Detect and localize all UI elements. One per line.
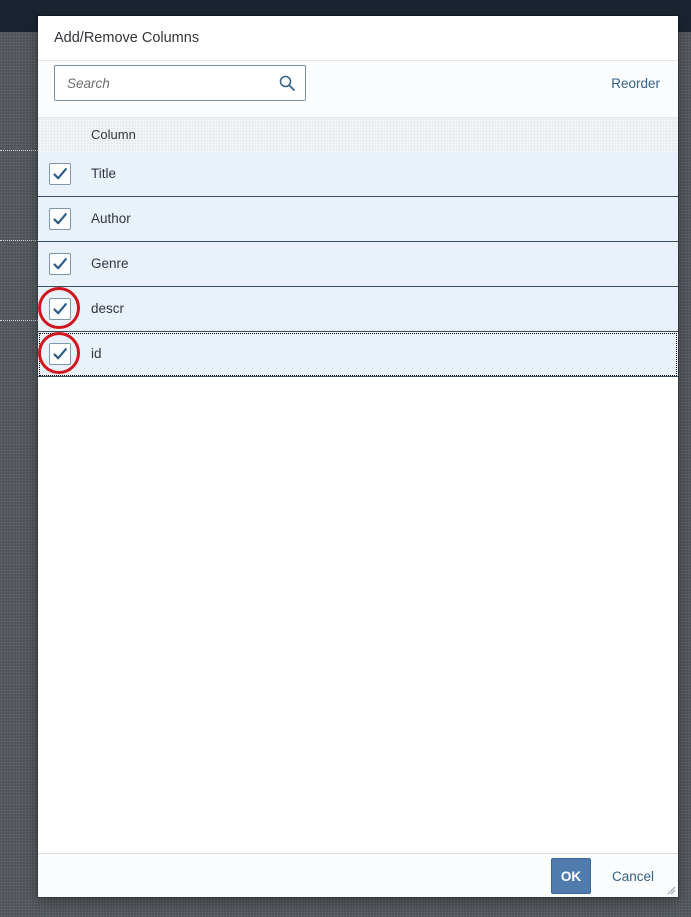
table-row[interactable]: Genre — [38, 242, 678, 287]
checkmark-icon — [53, 348, 67, 360]
cancel-button[interactable]: Cancel — [602, 858, 664, 894]
background-divider — [0, 150, 38, 151]
add-remove-columns-dialog: Add/Remove Columns Reorder Column Title A… — [38, 16, 678, 897]
row-label: Author — [91, 211, 131, 226]
dialog-footer: OK Cancel — [38, 853, 678, 897]
table-row[interactable]: Title — [38, 152, 678, 197]
table-row[interactable]: Author — [38, 197, 678, 242]
table-row[interactable]: descr — [38, 287, 678, 332]
row-label: Title — [91, 166, 117, 181]
background-divider — [0, 240, 38, 241]
resize-grip-icon[interactable] — [666, 885, 676, 895]
ok-button[interactable]: OK — [551, 858, 591, 894]
search-icon[interactable] — [279, 75, 295, 91]
row-checkbox[interactable] — [49, 163, 71, 185]
dialog-title: Add/Remove Columns — [54, 30, 200, 46]
table-row[interactable]: id — [38, 332, 678, 377]
row-checkbox[interactable] — [49, 208, 71, 230]
checkmark-icon — [53, 213, 67, 225]
row-label: Genre — [91, 256, 129, 271]
checkmark-icon — [53, 303, 67, 315]
checkmark-icon — [53, 258, 67, 270]
column-header: Column — [38, 118, 678, 152]
reorder-button[interactable]: Reorder — [611, 76, 660, 91]
search-input[interactable] — [55, 66, 277, 100]
background-divider — [0, 320, 38, 321]
search-field[interactable] — [54, 65, 306, 101]
dialog-subheader: Reorder — [38, 60, 678, 118]
column-list: Title Author Genre descr id — [38, 152, 678, 377]
row-label: descr — [91, 301, 125, 316]
row-label: id — [91, 346, 102, 361]
row-checkbox[interactable] — [49, 298, 71, 320]
row-checkbox[interactable] — [49, 253, 71, 275]
column-header-label: Column — [91, 127, 136, 142]
row-checkbox[interactable] — [49, 343, 71, 365]
checkmark-icon — [53, 168, 67, 180]
